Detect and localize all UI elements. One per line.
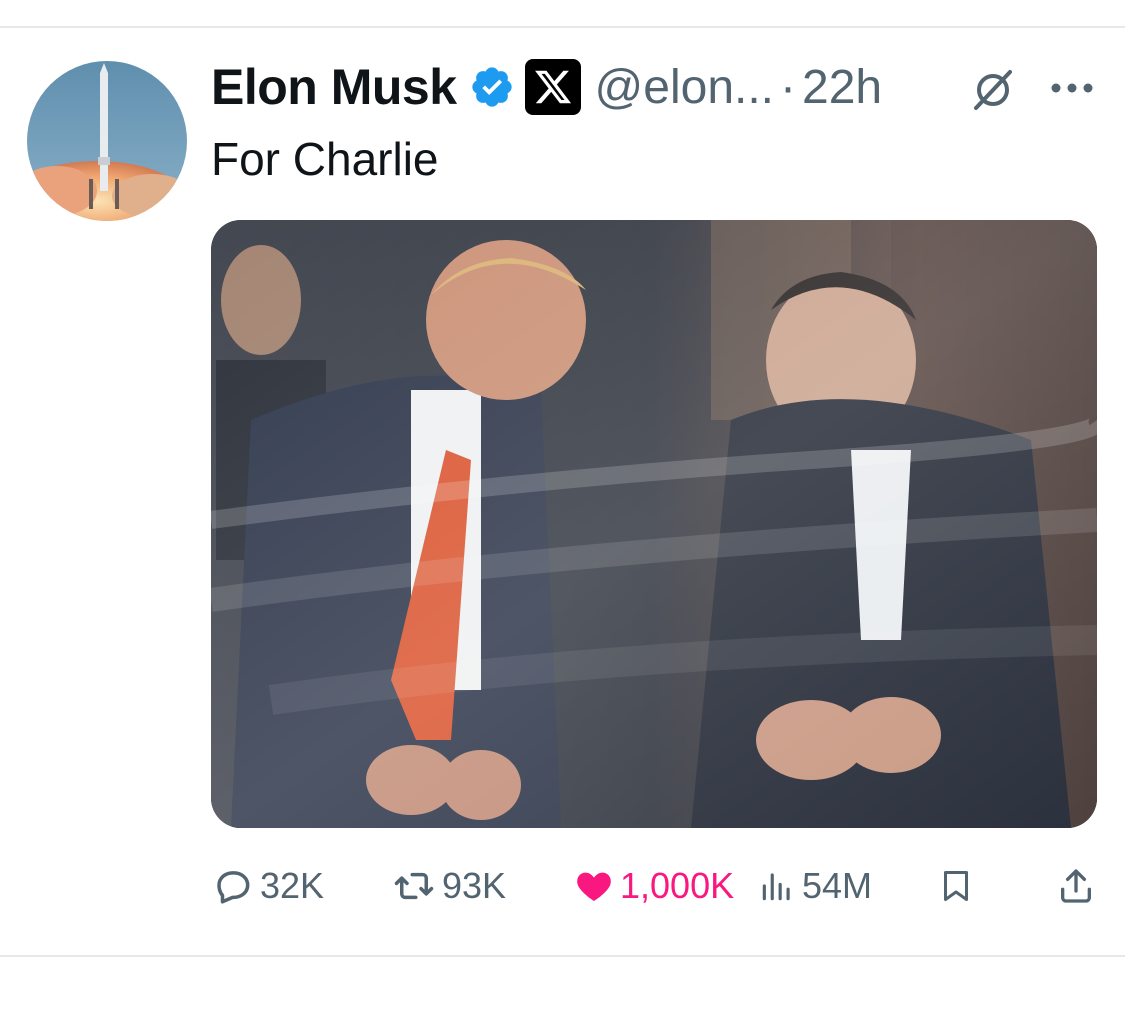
bookmark-icon <box>944 871 968 901</box>
verified-badge-icon[interactable] <box>469 64 515 110</box>
repost-button[interactable]: 93K <box>392 860 506 912</box>
avatar[interactable] <box>27 61 187 221</box>
views-icon <box>762 873 790 901</box>
bottom-divider <box>0 955 1125 957</box>
share-icon <box>1061 869 1091 903</box>
more-options-icon[interactable] <box>1048 80 1096 96</box>
repost-count: 93K <box>442 865 507 906</box>
rocket-launch-avatar-image <box>27 61 187 221</box>
post-photo[interactable] <box>211 220 1097 828</box>
photo-image <box>211 220 1097 828</box>
post-text: For Charlie <box>211 133 439 185</box>
author-name[interactable]: Elon Musk <box>211 58 457 116</box>
post-time[interactable]: 22h <box>802 60 882 115</box>
x-affiliate-badge-icon[interactable] <box>524 59 581 115</box>
post-actions: 32K 93K 1,000K 54M <box>0 860 1125 912</box>
repost-icon <box>394 872 434 900</box>
reply-icon <box>217 871 250 904</box>
heart-filled-icon <box>577 872 611 901</box>
views-button[interactable]: 54M <box>758 860 872 912</box>
reply-button[interactable]: 32K <box>212 860 324 912</box>
top-divider <box>0 26 1125 28</box>
share-button[interactable] <box>1056 860 1096 912</box>
bookmark-button[interactable] <box>938 860 974 912</box>
reply-count: 32K <box>260 865 325 906</box>
header-separator: · <box>780 60 796 114</box>
like-button[interactable]: 1,000K <box>574 860 734 912</box>
like-count: 1,000K <box>620 865 735 906</box>
views-count: 54M <box>802 865 873 906</box>
grok-icon[interactable] <box>970 66 1016 112</box>
author-handle[interactable]: @elon... <box>595 60 774 115</box>
